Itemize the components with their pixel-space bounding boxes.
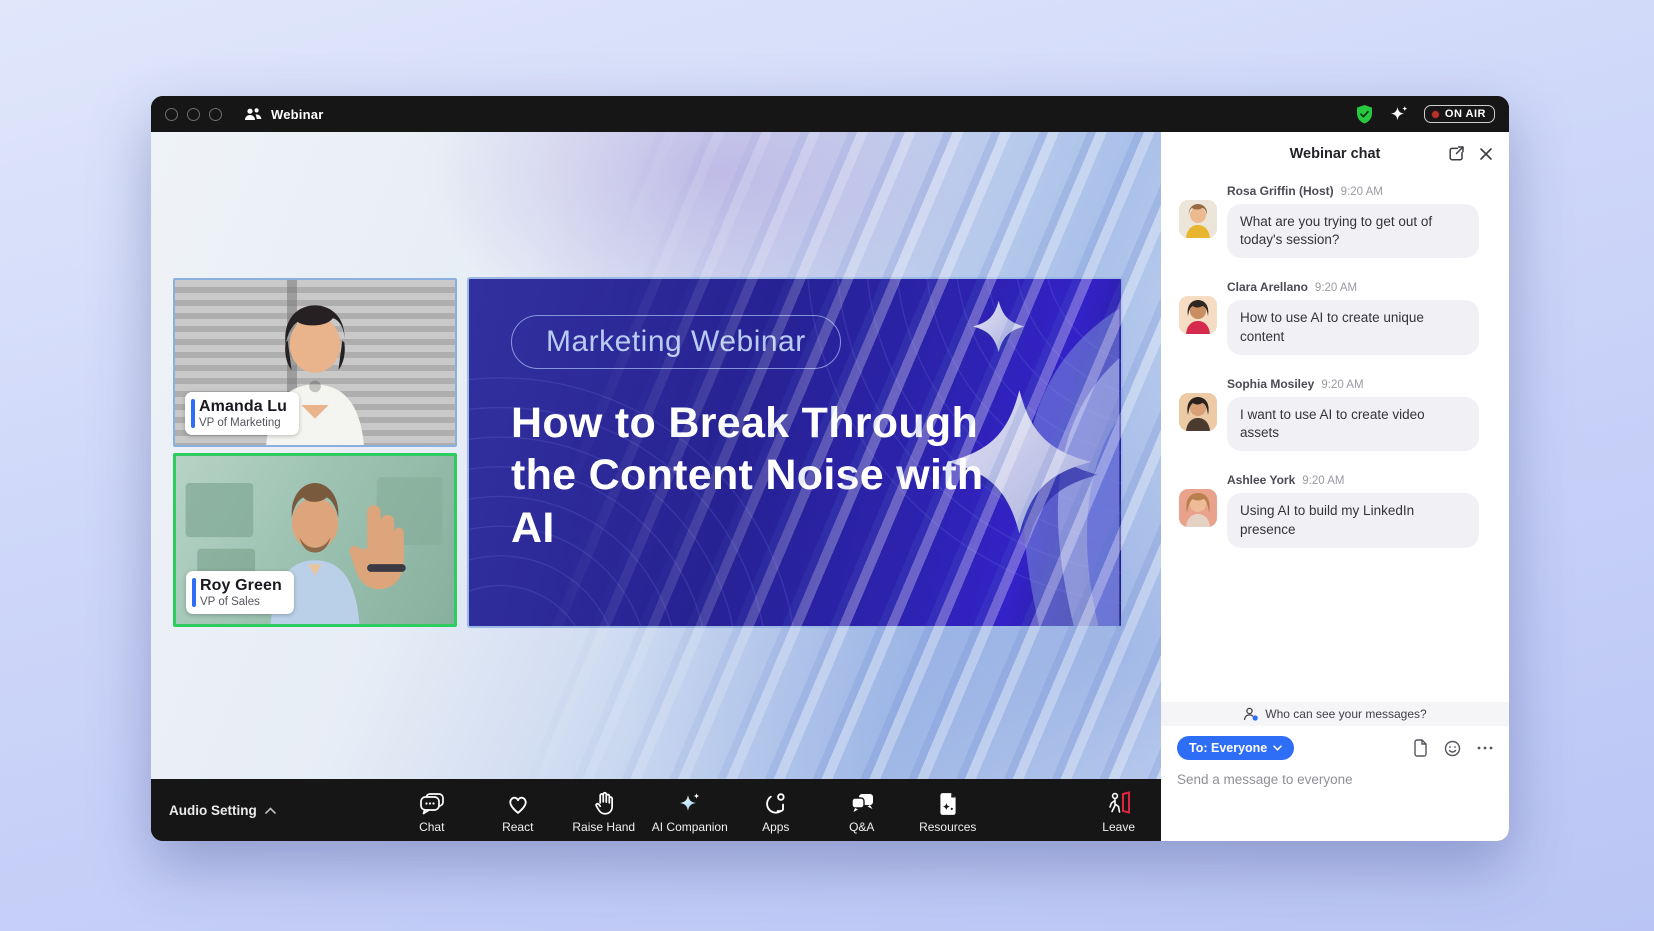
avatar-ashlee [1179, 489, 1217, 527]
pop-out-chat-icon[interactable] [1448, 145, 1465, 162]
raise-hand-button[interactable]: Raise Hand [566, 787, 642, 834]
sender-name: Ashlee York [1227, 473, 1295, 487]
ai-companion-status-icon[interactable] [1388, 104, 1410, 125]
sender-name: Clara Arellano [1227, 280, 1308, 294]
sender-name: Rosa Griffin (Host) [1227, 184, 1334, 198]
participant-video-roy[interactable]: Roy Green VP of Sales [173, 453, 457, 627]
person-visibility-icon [1243, 707, 1259, 721]
window-controls [165, 108, 222, 121]
chat-message: Clara Arellano 9:20 AM How to use AI to c… [1179, 280, 1491, 354]
window-title: Webinar [271, 107, 323, 122]
on-air-badge: ON AIR [1424, 105, 1495, 123]
message-time: 9:20 AM [1315, 282, 1357, 294]
to-everyone-selector[interactable]: To: Everyone [1177, 736, 1294, 760]
chevron-up-icon [265, 807, 276, 814]
close-chat-icon[interactable] [1479, 147, 1493, 161]
security-shield-icon[interactable] [1355, 104, 1374, 125]
message-bubble: How to use AI to create unique content [1227, 300, 1479, 354]
leave-button-label: Leave [1102, 820, 1135, 834]
leave-door-icon [1105, 791, 1133, 817]
raise-hand-button-label: Raise Hand [572, 820, 635, 834]
shared-presentation-slide: Marketing Webinar How to Break Through t… [467, 277, 1123, 628]
apps-icon [763, 791, 789, 817]
resources-button[interactable]: Resources [910, 787, 986, 834]
message-time: 9:20 AM [1321, 379, 1363, 391]
qa-button-label: Q&A [849, 820, 874, 834]
participant-role: VP of Sales [200, 596, 282, 608]
slide-title-badge: Marketing Webinar [511, 315, 841, 369]
message-privacy-bar[interactable]: Who can see your messages? [1161, 702, 1509, 726]
meeting-toolbar: Audio Setting Chat [151, 779, 1161, 841]
on-air-dot-icon [1431, 110, 1440, 119]
chat-bubble-icon [417, 791, 447, 817]
privacy-note-label: Who can see your messages? [1265, 707, 1426, 721]
webinar-stage: Amanda Lu VP of Marketing [151, 132, 1161, 779]
participant-name: Amanda Lu [199, 398, 287, 416]
window-title-group: Webinar [244, 107, 323, 122]
sender-name: Sophia Mosiley [1227, 377, 1314, 391]
avatar-rosa [1179, 200, 1217, 238]
ai-companion-button[interactable]: AI Companion [652, 787, 728, 834]
window-titlebar: Webinar ON AIR [151, 96, 1509, 132]
audio-setting-button[interactable]: Audio Setting [169, 803, 276, 818]
traffic-light-zoom-button[interactable] [209, 108, 222, 121]
chevron-down-icon [1273, 745, 1282, 751]
message-time: 9:20 AM [1302, 475, 1344, 487]
chat-message: Ashlee York 9:20 AM Using AI to build my … [1179, 473, 1491, 547]
chat-message: Sophia Mosiley 9:20 AM I want to use AI t… [1179, 377, 1491, 451]
raised-hand-icon [591, 791, 617, 817]
chat-footer: Who can see your messages? To: Everyone [1161, 702, 1509, 841]
webinar-window: Webinar ON AIR [151, 96, 1509, 841]
message-time: 9:20 AM [1341, 186, 1383, 198]
traffic-light-minimize-button[interactable] [187, 108, 200, 121]
on-air-label: ON AIR [1445, 108, 1486, 120]
attach-file-icon[interactable] [1413, 739, 1428, 757]
apps-button-label: Apps [762, 820, 789, 834]
emoji-icon[interactable] [1444, 740, 1461, 757]
participant-name: Roy Green [200, 577, 282, 595]
slide-headline: How to Break Through the Content Noise w… [511, 397, 991, 554]
qa-button[interactable]: Q&A [824, 787, 900, 834]
participant-role: VP of Marketing [199, 417, 287, 429]
audio-setting-label: Audio Setting [169, 803, 257, 818]
more-options-icon[interactable] [1477, 746, 1493, 750]
message-bubble: What are you trying to get out of today'… [1227, 204, 1479, 258]
participant-video-amanda[interactable]: Amanda Lu VP of Marketing [173, 278, 457, 447]
message-bubble: I want to use AI to create video assets [1227, 397, 1479, 451]
chat-message: Rosa Griffin (Host) 9:20 AM What are you … [1179, 184, 1491, 258]
chat-header: Webinar chat [1161, 132, 1509, 176]
webinar-chat-panel: Webinar chat Rosa Griffin (Ho [1161, 132, 1509, 841]
ai-companion-button-label: AI Companion [652, 820, 728, 834]
qa-bubbles-icon [848, 791, 876, 817]
leave-button[interactable]: Leave [1102, 787, 1135, 834]
nametag-amanda: Amanda Lu VP of Marketing [185, 392, 299, 435]
document-sparkle-icon [935, 791, 961, 817]
nametag-roy: Roy Green VP of Sales [186, 571, 294, 614]
heart-icon [505, 791, 531, 817]
avatar-clara [1179, 296, 1217, 334]
resources-button-label: Resources [919, 820, 976, 834]
ai-sparkle-icon [676, 791, 704, 817]
traffic-light-close-button[interactable] [165, 108, 178, 121]
participants-icon [244, 107, 263, 122]
apps-button[interactable]: Apps [738, 787, 814, 834]
chat-message-list[interactable]: Rosa Griffin (Host) 9:20 AM What are you … [1161, 176, 1509, 702]
react-button-label: React [502, 820, 533, 834]
to-everyone-label: To: Everyone [1189, 741, 1267, 755]
avatar-sophia [1179, 393, 1217, 431]
react-button[interactable]: React [480, 787, 556, 834]
chat-message-input[interactable] [1161, 764, 1509, 789]
chat-button[interactable]: Chat [394, 787, 470, 834]
chat-button-label: Chat [419, 820, 444, 834]
message-bubble: Using AI to build my LinkedIn presence [1227, 493, 1479, 547]
